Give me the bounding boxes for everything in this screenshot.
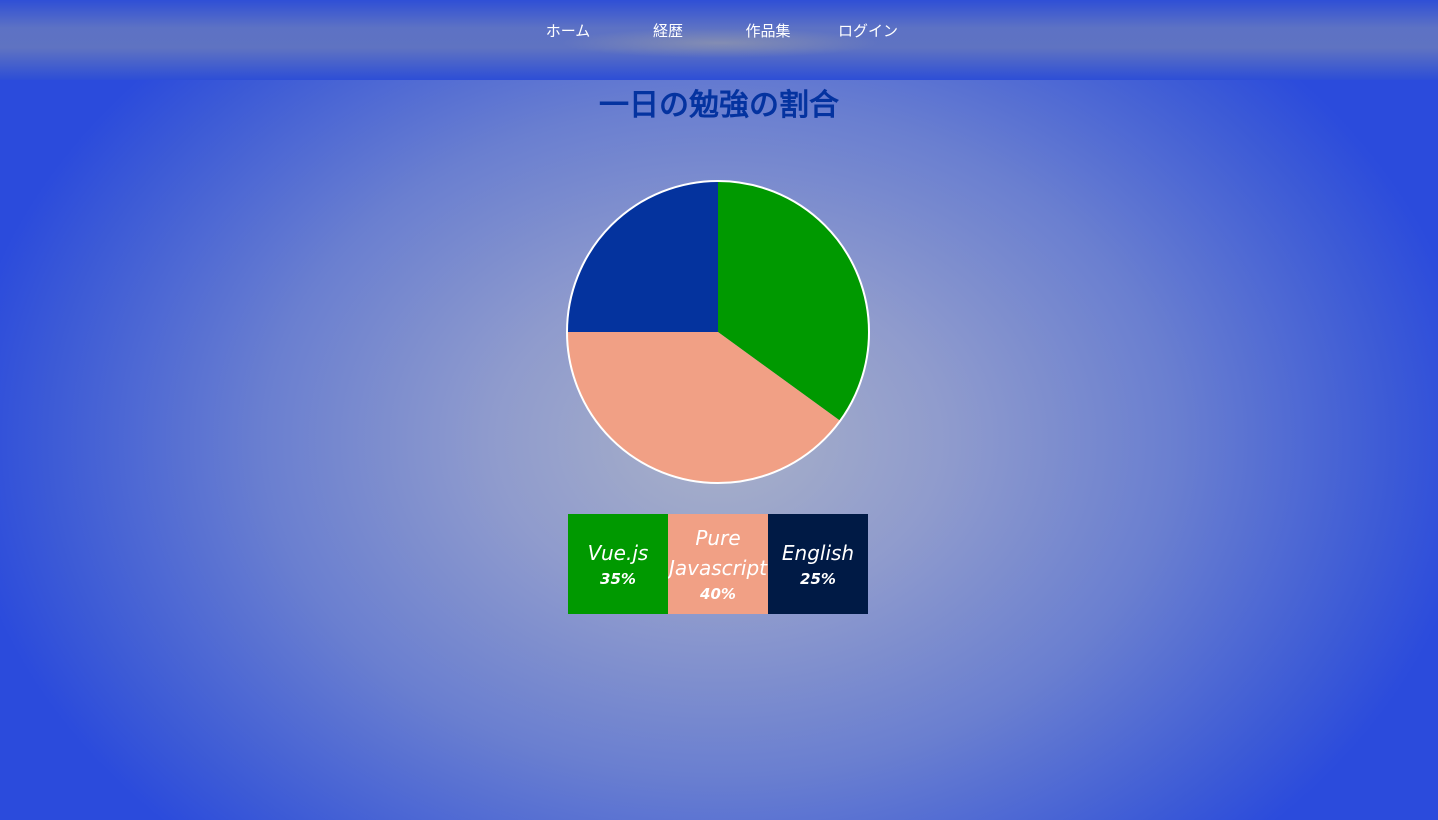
pie-slice-english [567, 181, 718, 332]
legend-item-vuejs: Vue.js 35% [568, 514, 668, 614]
chart-legend: Vue.js 35% Pure Javascript 40% English 2… [568, 514, 868, 614]
page-title: 一日の勉強の割合 [599, 88, 839, 123]
legend-label: English [781, 541, 855, 565]
nav-item-career[interactable]: 経歴 [618, 20, 718, 42]
nav-item-works[interactable]: 作品集 [718, 20, 818, 42]
legend-item-english: English 25% [768, 514, 868, 614]
legend-item-pure-javascript: Pure Javascript 40% [668, 514, 768, 614]
legend-label: Pure Javascript [669, 526, 767, 580]
legend-percent: 25% [800, 570, 836, 588]
nav-bar: ホーム 経歴 作品集 ログイン [0, 0, 1438, 80]
legend-percent: 40% [700, 585, 736, 603]
nav-item-home[interactable]: ホーム [518, 20, 618, 42]
pie-chart [566, 180, 870, 484]
legend-percent: 35% [600, 570, 636, 588]
legend-label: Vue.js [587, 541, 649, 565]
nav-item-login[interactable]: ログイン [818, 20, 918, 42]
